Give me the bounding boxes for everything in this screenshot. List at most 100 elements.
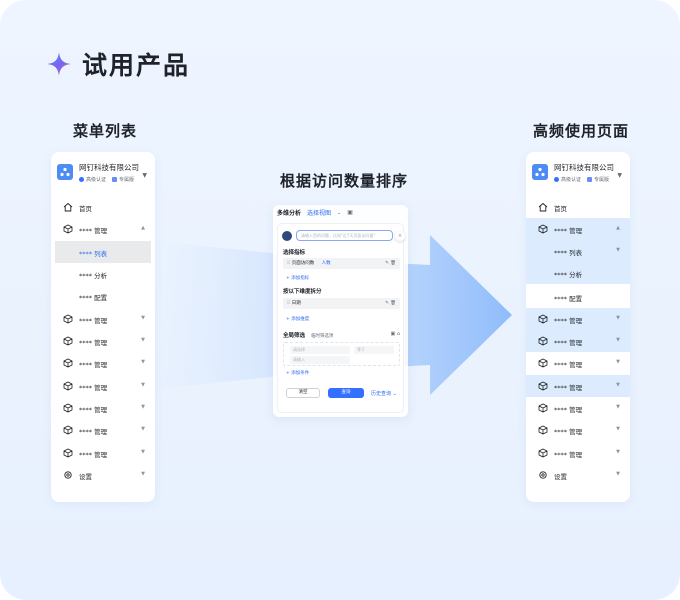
cube-icon <box>538 381 548 391</box>
global-filter-header: 全局筛选 临时筛选项 ▣ ⌂ <box>283 331 400 339</box>
menu-item-home[interactable]: 首页 <box>55 196 151 218</box>
menu-item-manage-1[interactable]: **** 管理 ▲ <box>526 218 630 240</box>
cube-icon <box>63 448 73 458</box>
menu-item-manage-4[interactable]: **** 管理 ▼ <box>530 352 626 374</box>
section-title-sort: 根据访问数量排序 <box>280 172 409 190</box>
menu-item-manage-2[interactable]: **** 管理 ▼ <box>55 308 151 330</box>
chevron-up-icon: ▲ <box>616 225 620 231</box>
filter-action-icons[interactable]: ▣ ⌂ <box>391 331 401 337</box>
analysis-body: 请输入您的问题，比如"近7天页面访问量" × 选择指标 ⠿ 页面访问数 人数 ✎… <box>277 223 405 413</box>
chevron-down-icon: ▼ <box>616 471 620 477</box>
question-search-row: 请输入您的问题，比如"近7天页面访问量" × <box>282 230 405 242</box>
menu-item-label: **** 管理 <box>554 317 583 325</box>
metric-unit[interactable]: 人数 <box>322 261 331 266</box>
filter-value-input[interactable]: 请输入 <box>290 356 350 364</box>
chevron-down-icon: ▼ <box>141 449 145 455</box>
menu-item-label: **** 管理 <box>79 227 108 235</box>
menu-item-label: **** 列表 <box>554 249 583 257</box>
menu-item-label: **** 管理 <box>79 406 108 414</box>
menu-item-label: **** 管理 <box>554 227 583 235</box>
badge-dedicated-label: 专属版 <box>594 177 610 183</box>
chevron-down-icon[interactable]: ⌄ <box>337 210 341 216</box>
menu-item-manage-8[interactable]: **** 管理 ▼ <box>530 442 626 464</box>
company-header[interactable]: 网钉科技有限公司 高级认证 专属版 ▼ <box>57 160 149 190</box>
edit-delete-icons[interactable]: ✎ 🗑 <box>385 258 396 269</box>
menu-item-list[interactable]: **** 列表 <box>55 241 151 263</box>
menu-item-list[interactable]: **** 列表 ▼ <box>526 240 630 262</box>
history-query-link[interactable]: 历史查询 ⌄ <box>371 390 397 397</box>
menu-item-manage-5[interactable]: **** 管理 ▼ <box>55 375 151 397</box>
add-condition-link[interactable]: + 添加条件 <box>286 370 309 376</box>
filter-field-select[interactable]: 请选择 <box>290 346 350 354</box>
history-query-label: 历史查询 <box>371 391 392 397</box>
menu-item-analysis[interactable]: **** 分析 <box>55 263 151 285</box>
close-icon[interactable]: × <box>395 231 405 241</box>
menu-panel-right: 网钉科技有限公司 高级认证 专属版 ▼ 首页 **** 管理 ▲ **** 列表… <box>526 152 630 502</box>
menu-item-label: 首页 <box>79 205 92 213</box>
metric-field[interactable]: ⠿ 页面访问数 人数 ✎ 🗑 <box>283 258 400 269</box>
diamond-icon <box>112 177 118 182</box>
company-header[interactable]: 网钉科技有限公司 高级认证 专属版 ▼ <box>532 160 624 190</box>
menu-item-manage-7[interactable]: **** 管理 ▼ <box>530 419 626 441</box>
diamond-icon <box>587 177 593 182</box>
chevron-down-icon: ⌄ <box>392 391 397 397</box>
chevron-down-icon[interactable]: ▼ <box>617 172 622 179</box>
menu-item-manage-7[interactable]: **** 管理 ▼ <box>55 419 151 441</box>
menu-item-manage-5[interactable]: **** 管理 ▼ <box>526 375 630 397</box>
menu-item-label: 设置 <box>79 473 92 481</box>
menu-item-settings[interactable]: 设置 ▼ <box>530 464 626 486</box>
menu-item-label: **** 管理 <box>79 428 108 436</box>
gear-icon <box>539 471 547 479</box>
home-icon <box>538 202 548 212</box>
title-text: 试用产品 <box>82 51 191 80</box>
badge-dedicated: 专属版 <box>587 176 609 183</box>
menu-item-label: **** 配置 <box>79 294 108 302</box>
company-name: 网钉科技有限公司 <box>554 163 614 172</box>
menu-panel-left: 网钉科技有限公司 高级认证 专属版 ▼ 首页 **** 管理 ▲ **** 列表… <box>51 152 155 502</box>
analysis-header: 多维分析 选择视图 ⌄ ▣ <box>277 208 353 217</box>
menu-item-manage-8[interactable]: **** 管理 ▼ <box>55 442 151 464</box>
cube-icon <box>538 403 548 413</box>
menu-item-label: **** 管理 <box>554 428 583 436</box>
verified-icon <box>554 177 559 182</box>
menu-item-manage-4[interactable]: **** 管理 ▼ <box>55 352 151 374</box>
menu-item-manage-2[interactable]: **** 管理 ▼ <box>526 308 630 330</box>
menu-item-manage-6[interactable]: **** 管理 ▼ <box>55 397 151 419</box>
menu-item-manage-3[interactable]: **** 管理 ▼ <box>55 330 151 352</box>
filter-operator-select[interactable]: 等于 <box>354 346 394 354</box>
chevron-down-icon: ▼ <box>616 426 620 432</box>
cube-icon <box>63 381 73 391</box>
temp-filter-dropdown[interactable]: 临时筛选项 <box>311 334 334 339</box>
menu-item-config[interactable]: **** 配置 <box>55 285 151 307</box>
chevron-down-icon[interactable]: ▼ <box>142 172 147 179</box>
add-dimension-link[interactable]: + 添加维度 <box>286 316 309 322</box>
question-input[interactable]: 请输入您的问题，比如"近7天页面访问量" <box>296 230 393 241</box>
menu-item-analysis[interactable]: **** 分析 <box>526 262 630 284</box>
cube-icon <box>538 358 548 368</box>
query-button[interactable]: 查询 <box>328 388 364 398</box>
menu-item-label: **** 管理 <box>79 361 108 369</box>
menu-item-config[interactable]: **** 配置 <box>530 286 626 308</box>
edit-delete-icons[interactable]: ✎ 🗑 <box>385 298 396 309</box>
add-metric-link[interactable]: + 添加指标 <box>286 275 309 281</box>
menu-item-manage-3[interactable]: **** 管理 ▼ <box>526 330 630 352</box>
dimension-field[interactable]: ⠿ 日期 ✎ 🗑 <box>283 298 400 309</box>
select-view-dropdown[interactable]: 选择视图 <box>307 208 331 217</box>
menu-item-manage-1[interactable]: **** 管理 ▲ <box>55 218 151 240</box>
menu-item-label: **** 管理 <box>554 384 583 392</box>
clear-button[interactable]: 清空 <box>286 388 320 398</box>
menu-item-label: 设置 <box>554 473 567 481</box>
menu-item-settings[interactable]: 设置 ▼ <box>55 464 151 486</box>
cube-icon <box>538 314 548 324</box>
promo-canvas: 试用产品 菜单列表 根据访问数量排序 高频使用页面 网钉科技有限公司 高级认证 … <box>0 0 680 600</box>
menu-item-label: **** 管理 <box>554 451 583 459</box>
menu-item-manage-6[interactable]: **** 管理 ▼ <box>530 397 626 419</box>
analysis-title: 多维分析 <box>277 210 302 217</box>
cube-icon <box>63 403 73 413</box>
analysis-panel: 多维分析 选择视图 ⌄ ▣ 请输入您的问题，比如"近7天页面访问量" × 选择指… <box>273 205 408 417</box>
calendar-icon[interactable]: ▣ <box>347 209 353 216</box>
company-logo-icon <box>57 164 73 180</box>
menu-item-home[interactable]: 首页 <box>530 196 626 218</box>
menu-item-label: **** 分析 <box>79 272 108 280</box>
global-filter-label: 全局筛选 <box>283 333 306 339</box>
